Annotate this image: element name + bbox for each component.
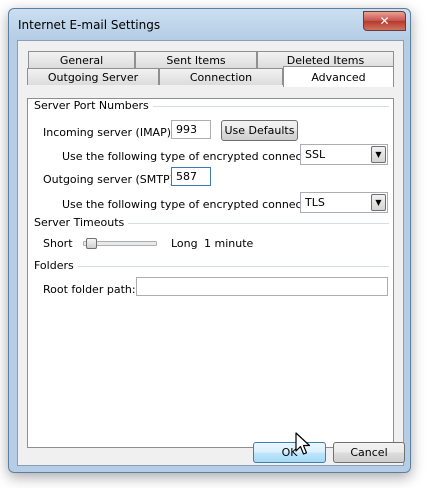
use-defaults-button[interactable]: Use Defaults: [221, 120, 298, 141]
group-divider: [116, 223, 389, 224]
tab-connection[interactable]: Connection: [159, 68, 283, 85]
dialog-window: Internet E-mail Settings ✕ General Sent …: [8, 8, 411, 473]
close-icon: ✕: [379, 14, 390, 28]
dialog-client-area: General Sent Items Deleted Items Outgoin…: [17, 40, 405, 466]
group-divider: [128, 106, 389, 107]
root-folder-label: Root folder path:: [43, 283, 136, 296]
window-title: Internet E-mail Settings: [18, 18, 161, 32]
incoming-port-input[interactable]: 993: [171, 120, 211, 139]
ok-button[interactable]: OK: [253, 442, 326, 463]
slider-thumb[interactable]: [86, 238, 97, 249]
server-timeout-slider[interactable]: [83, 236, 157, 250]
timeout-long-label: Long: [171, 237, 198, 250]
incoming-server-label: Incoming server (IMAP):: [43, 126, 175, 139]
cancel-button[interactable]: Cancel: [333, 442, 405, 463]
group-divider: [74, 266, 389, 267]
incoming-encryption-value: SSL: [305, 148, 326, 161]
outgoing-server-label: Outgoing server (SMTP):: [43, 173, 178, 186]
outgoing-encryption-select[interactable]: TLS ▼: [300, 192, 388, 213]
outgoing-encryption-label: Use the following type of encrypted conn…: [62, 198, 327, 211]
advanced-tab-panel: Server Port Numbers Incoming server (IMA…: [27, 98, 394, 448]
incoming-encryption-label: Use the following type of encrypted conn…: [62, 150, 327, 163]
close-button[interactable]: ✕: [363, 11, 406, 31]
timeout-value: 1 minute: [204, 237, 254, 250]
server-timeouts-heading: Server Timeouts: [34, 216, 129, 229]
chevron-down-icon[interactable]: ▼: [371, 194, 386, 211]
outgoing-encryption-value: TLS: [305, 196, 325, 209]
server-port-numbers-heading: Server Port Numbers: [34, 99, 153, 112]
tab-advanced[interactable]: Advanced: [283, 66, 394, 87]
mouse-pointer-icon: [295, 432, 311, 455]
timeout-short-label: Short: [43, 237, 73, 250]
root-folder-input[interactable]: [136, 277, 388, 296]
incoming-encryption-select[interactable]: SSL ▼: [300, 144, 388, 165]
folders-heading: Folders: [34, 259, 78, 272]
outgoing-port-input[interactable]: 587: [171, 167, 211, 186]
tab-sent-items[interactable]: Sent Items: [135, 51, 257, 68]
tab-general[interactable]: General: [28, 51, 135, 68]
chevron-down-icon[interactable]: ▼: [371, 146, 386, 163]
tab-outgoing-server[interactable]: Outgoing Server: [27, 68, 159, 85]
